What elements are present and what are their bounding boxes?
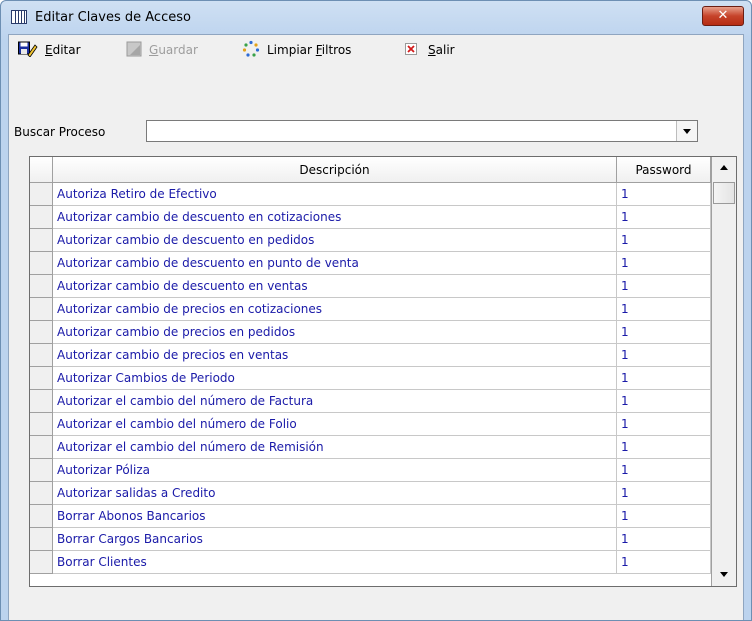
cell-descripcion[interactable]: Autorizar Cambios de Periodo <box>53 367 617 390</box>
cell-password[interactable]: 1 <box>617 436 711 459</box>
salir-label: Salir <box>428 43 455 57</box>
cell-descripcion[interactable]: Autorizar cambio de descuento en cotizac… <box>53 206 617 229</box>
row-selector[interactable] <box>30 206 53 229</box>
cell-descripcion[interactable]: Autoriza Retiro de Efectivo <box>53 183 617 206</box>
search-row: Buscar Proceso <box>9 120 743 144</box>
window-title: Editar Claves de Acceso <box>35 10 191 25</box>
client-area: Editar Guardar Limpiar Filtros Salir Bus… <box>8 34 744 620</box>
scroll-thumb[interactable] <box>713 182 735 204</box>
cell-password[interactable]: 1 <box>617 367 711 390</box>
cell-descripcion[interactable]: Autorizar el cambio del número de Factur… <box>53 390 617 413</box>
row-selector[interactable] <box>30 298 53 321</box>
cell-password[interactable]: 1 <box>617 413 711 436</box>
title-bar[interactable]: Editar Claves de Acceso ✕ <box>1 1 751 35</box>
vertical-scrollbar[interactable] <box>711 157 736 586</box>
row-selector[interactable] <box>30 482 53 505</box>
cell-password[interactable]: 1 <box>617 183 711 206</box>
editar-label: Editar <box>45 43 81 57</box>
cell-password[interactable]: 1 <box>617 482 711 505</box>
buscar-proceso-label: Buscar Proceso <box>14 125 106 139</box>
cell-password[interactable]: 1 <box>617 344 711 367</box>
row-selector[interactable] <box>30 505 53 528</box>
buscar-proceso-input[interactable] <box>150 123 670 139</box>
guardar-button[interactable]: Guardar <box>126 41 198 59</box>
limpiar-filtros-label: Limpiar Filtros <box>267 43 352 57</box>
clear-filter-icon <box>242 40 260 61</box>
cell-password[interactable]: 1 <box>617 551 711 574</box>
cell-descripcion[interactable]: Autorizar cambio de precios en pedidos <box>53 321 617 344</box>
cell-password[interactable]: 1 <box>617 229 711 252</box>
row-selector[interactable] <box>30 390 53 413</box>
scroll-up-icon[interactable] <box>712 157 736 180</box>
column-header-descripcion[interactable]: Descripción <box>53 157 617 183</box>
row-selector[interactable] <box>30 528 53 551</box>
cell-descripcion[interactable]: Autorizar cambio de descuento en punto d… <box>53 252 617 275</box>
cell-password[interactable]: 1 <box>617 390 711 413</box>
cell-descripcion[interactable]: Autorizar cambio de descuento en ventas <box>53 275 617 298</box>
exit-icon <box>405 42 417 58</box>
chevron-down-icon[interactable] <box>676 121 697 141</box>
cell-password[interactable]: 1 <box>617 206 711 229</box>
cell-password[interactable]: 1 <box>617 321 711 344</box>
cell-password[interactable]: 1 <box>617 459 711 482</box>
row-selector[interactable] <box>30 229 53 252</box>
row-selector[interactable] <box>30 321 53 344</box>
app-icon <box>11 10 27 24</box>
cell-descripcion[interactable]: Autorizar salidas a Credito <box>53 482 617 505</box>
edit-disk-icon <box>18 41 38 60</box>
cell-password[interactable]: 1 <box>617 275 711 298</box>
cell-descripcion[interactable]: Borrar Abonos Bancarios <box>53 505 617 528</box>
cell-descripcion[interactable]: Borrar Cargos Bancarios <box>53 528 617 551</box>
row-selector[interactable] <box>30 459 53 482</box>
cell-descripcion[interactable]: Borrar Clientes <box>53 551 617 574</box>
cell-descripcion[interactable]: Autorizar cambio de precios en ventas <box>53 344 617 367</box>
save-icon <box>126 41 142 60</box>
limpiar-filtros-button[interactable]: Limpiar Filtros <box>242 40 352 61</box>
row-selector[interactable] <box>30 275 53 298</box>
row-selector[interactable] <box>30 344 53 367</box>
editar-button[interactable]: Editar <box>18 41 81 59</box>
cell-password[interactable]: 1 <box>617 252 711 275</box>
close-button[interactable]: ✕ <box>702 6 744 26</box>
column-header-password[interactable]: Password <box>617 157 711 183</box>
claves-grid: Descripción Password Autoriza Retiro de … <box>29 156 737 587</box>
row-selector[interactable] <box>30 551 53 574</box>
header-row-selector <box>30 157 53 183</box>
cell-password[interactable]: 1 <box>617 298 711 321</box>
cell-password[interactable]: 1 <box>617 528 711 551</box>
salir-button[interactable]: Salir <box>405 41 455 59</box>
row-selector[interactable] <box>30 436 53 459</box>
cell-descripcion[interactable]: Autorizar cambio de precios en cotizacio… <box>53 298 617 321</box>
toolbar: Editar Guardar Limpiar Filtros Salir <box>9 35 743 63</box>
scroll-down-icon[interactable] <box>712 563 736 586</box>
row-selector[interactable] <box>30 252 53 275</box>
cell-descripcion[interactable]: Autorizar cambio de descuento en pedidos <box>53 229 617 252</box>
row-selector[interactable] <box>30 183 53 206</box>
buscar-proceso-combobox[interactable] <box>146 120 698 142</box>
cell-descripcion[interactable]: Autorizar el cambio del número de Remisi… <box>53 436 617 459</box>
row-selector[interactable] <box>30 367 53 390</box>
row-selector[interactable] <box>30 413 53 436</box>
cell-descripcion[interactable]: Autorizar Póliza <box>53 459 617 482</box>
app-window: Editar Claves de Acceso ✕ Editar Guardar… <box>0 0 752 621</box>
guardar-label: Guardar <box>149 43 198 57</box>
cell-password[interactable]: 1 <box>617 505 711 528</box>
cell-descripcion[interactable]: Autorizar el cambio del número de Folio <box>53 413 617 436</box>
